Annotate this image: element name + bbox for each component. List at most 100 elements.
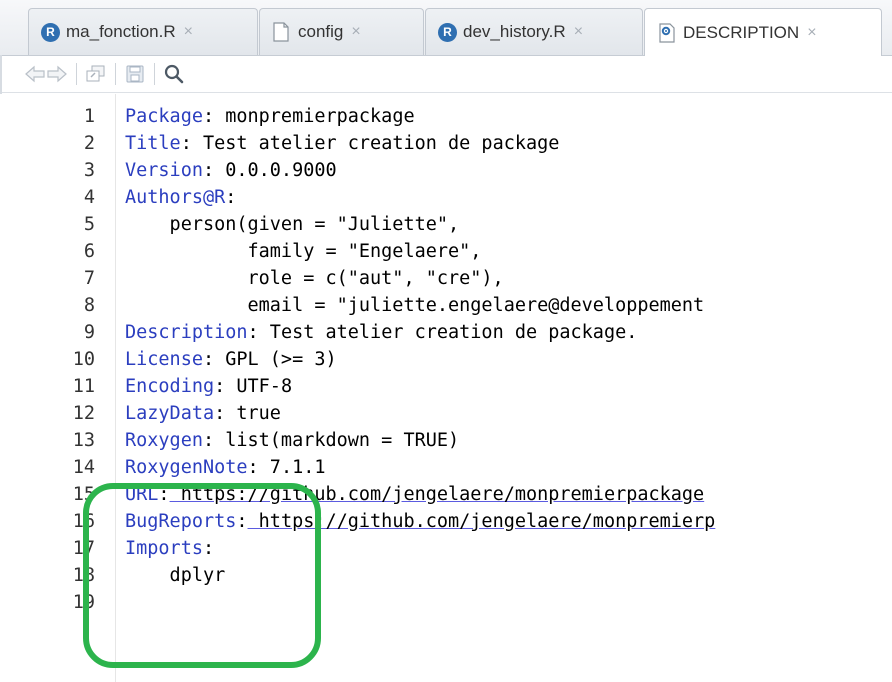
field-key: Description — [125, 322, 248, 343]
code-line: 1 Package: monpremierpackage — [0, 103, 892, 130]
line-number: 15 — [72, 484, 95, 505]
colon: : — [214, 403, 226, 424]
search-icon[interactable] — [163, 60, 185, 88]
code-line: 4 Authors@R: — [0, 184, 892, 211]
tab-description[interactable]: DESCRIPTION × — [644, 8, 882, 56]
code-text: RoxygenNote: 7.1.1 — [125, 454, 326, 481]
code-line: 9 Description: Test atelier creation de p… — [0, 319, 892, 346]
field-value: Test atelier creation de package — [191, 133, 560, 154]
colon: : — [202, 106, 215, 127]
colon: : — [214, 376, 226, 397]
line-number: 10 — [72, 349, 95, 370]
close-icon[interactable]: × — [807, 24, 816, 42]
field-value: list(markdown = TRUE) — [214, 430, 460, 451]
line-number: 8 — [83, 295, 95, 316]
code-line: 18 dplyr — [0, 562, 892, 589]
code-line: 3 Version: 0.0.0.9000 — [0, 157, 892, 184]
code-text: Roxygen: list(markdown = TRUE) — [125, 427, 459, 454]
colon: : — [202, 160, 215, 181]
field-key: Encoding — [125, 376, 215, 397]
colon: : — [158, 484, 170, 505]
code-text: BugReports: https://github.com/jengelaer… — [125, 508, 715, 535]
back-arrow-icon[interactable] — [24, 60, 46, 88]
field-value: 7.1.1 — [258, 457, 326, 478]
line-number: 5 — [83, 214, 95, 235]
colon: : — [202, 538, 215, 559]
toolbar-divider — [154, 63, 155, 85]
code-text: LazyData: true — [125, 400, 281, 427]
line-number: 2 — [83, 133, 95, 154]
r-file-icon: R — [41, 22, 60, 42]
code-line: 8 email = "juliette.engelaere@developpem… — [0, 292, 892, 319]
text-file-icon — [272, 22, 292, 42]
field-value: GPL (>= 3) — [214, 349, 337, 370]
line-number: 7 — [83, 268, 95, 289]
code-text: URL: https://github.com/jengelaere/monpr… — [125, 481, 704, 508]
field-key: URL — [125, 484, 159, 505]
forward-arrow-icon[interactable] — [46, 60, 68, 88]
field-value: UTF-8 — [225, 376, 293, 397]
field-key: Roxygen — [125, 430, 203, 451]
save-icon[interactable] — [124, 60, 146, 88]
code-line: 16 BugReports: https://github.com/jengela… — [0, 508, 892, 535]
line-number: 12 — [72, 403, 95, 424]
colon: : — [247, 322, 259, 343]
code-line: 15 URL: https://github.com/jengelaere/mon… — [0, 481, 892, 508]
close-icon[interactable]: × — [184, 23, 193, 41]
colon: : — [236, 511, 248, 532]
code-text: Encoding: UTF-8 — [125, 373, 292, 400]
colon: : — [202, 430, 215, 451]
line-number: 19 — [72, 592, 95, 613]
show-in-window-icon[interactable] — [85, 60, 107, 88]
gear-file-icon — [657, 22, 677, 43]
field-value: true — [225, 403, 281, 424]
code-text: person(given = "Juliette", — [125, 211, 460, 238]
code-line: 19 — [0, 589, 892, 616]
code-text: role = c("aut", "cre"), — [125, 265, 504, 292]
field-value: email = "juliette.engelaere@developpemen… — [125, 295, 705, 316]
field-key: Title — [125, 133, 181, 154]
field-value: family = "Engelaere", — [125, 241, 482, 262]
close-icon[interactable]: × — [351, 23, 360, 41]
colon: : — [247, 457, 259, 478]
field-value: Test atelier creation de package. — [258, 322, 638, 343]
field-value: https://github.com/jengelaere/monpremier… — [169, 484, 705, 505]
field-value: monpremierpackage — [214, 106, 415, 127]
code-text: Title: Test atelier creation de package — [125, 130, 559, 157]
close-icon[interactable]: × — [574, 23, 583, 41]
field-key: BugReports — [125, 511, 237, 532]
code-text: dplyr — [125, 562, 226, 589]
tab-ma-fonction[interactable]: R ma_fonction.R × — [28, 8, 258, 55]
code-line: 10 License: GPL (>= 3) — [0, 346, 892, 373]
field-value: 0.0.0.9000 — [214, 160, 337, 181]
line-number: 13 — [72, 430, 95, 451]
tab-dev-history[interactable]: R dev_history.R × — [425, 8, 643, 55]
field-key: Imports — [125, 538, 203, 559]
colon: : — [202, 349, 215, 370]
code-text: Authors@R: — [125, 184, 236, 211]
line-number: 17 — [72, 538, 95, 559]
code-line: 12 LazyData: true — [0, 400, 892, 427]
line-number: 11 — [72, 376, 95, 397]
tab-config[interactable]: config × — [259, 8, 424, 55]
code-line: 11 Encoding: UTF-8 — [0, 373, 892, 400]
code-line: 14 RoxygenNote: 7.1.1 — [0, 454, 892, 481]
field-value: person(given = "Juliette", — [125, 214, 460, 235]
tab-label: config — [298, 22, 344, 41]
field-value: role = c("aut", "cre"), — [125, 268, 504, 289]
field-key: Package — [125, 106, 203, 127]
field-key: RoxygenNote — [125, 457, 248, 478]
code-line: 6 family = "Engelaere", — [0, 238, 892, 265]
code-line: 17 Imports: — [0, 535, 892, 562]
field-key: License — [125, 349, 203, 370]
code-editor[interactable]: 1 Package: monpremierpackage 2 Title: Test … — [0, 94, 892, 682]
field-key: Version — [125, 160, 203, 181]
code-line: 13 Roxygen: list(markdown = TRUE) — [0, 427, 892, 454]
line-number: 1 — [83, 106, 95, 127]
line-number: 9 — [83, 322, 95, 343]
field-value: dplyr — [125, 565, 226, 586]
tab-label: DESCRIPTION — [683, 22, 800, 42]
line-number: 6 — [83, 241, 95, 262]
line-number: 14 — [72, 457, 95, 478]
code-line: 5 person(given = "Juliette", — [0, 211, 892, 238]
